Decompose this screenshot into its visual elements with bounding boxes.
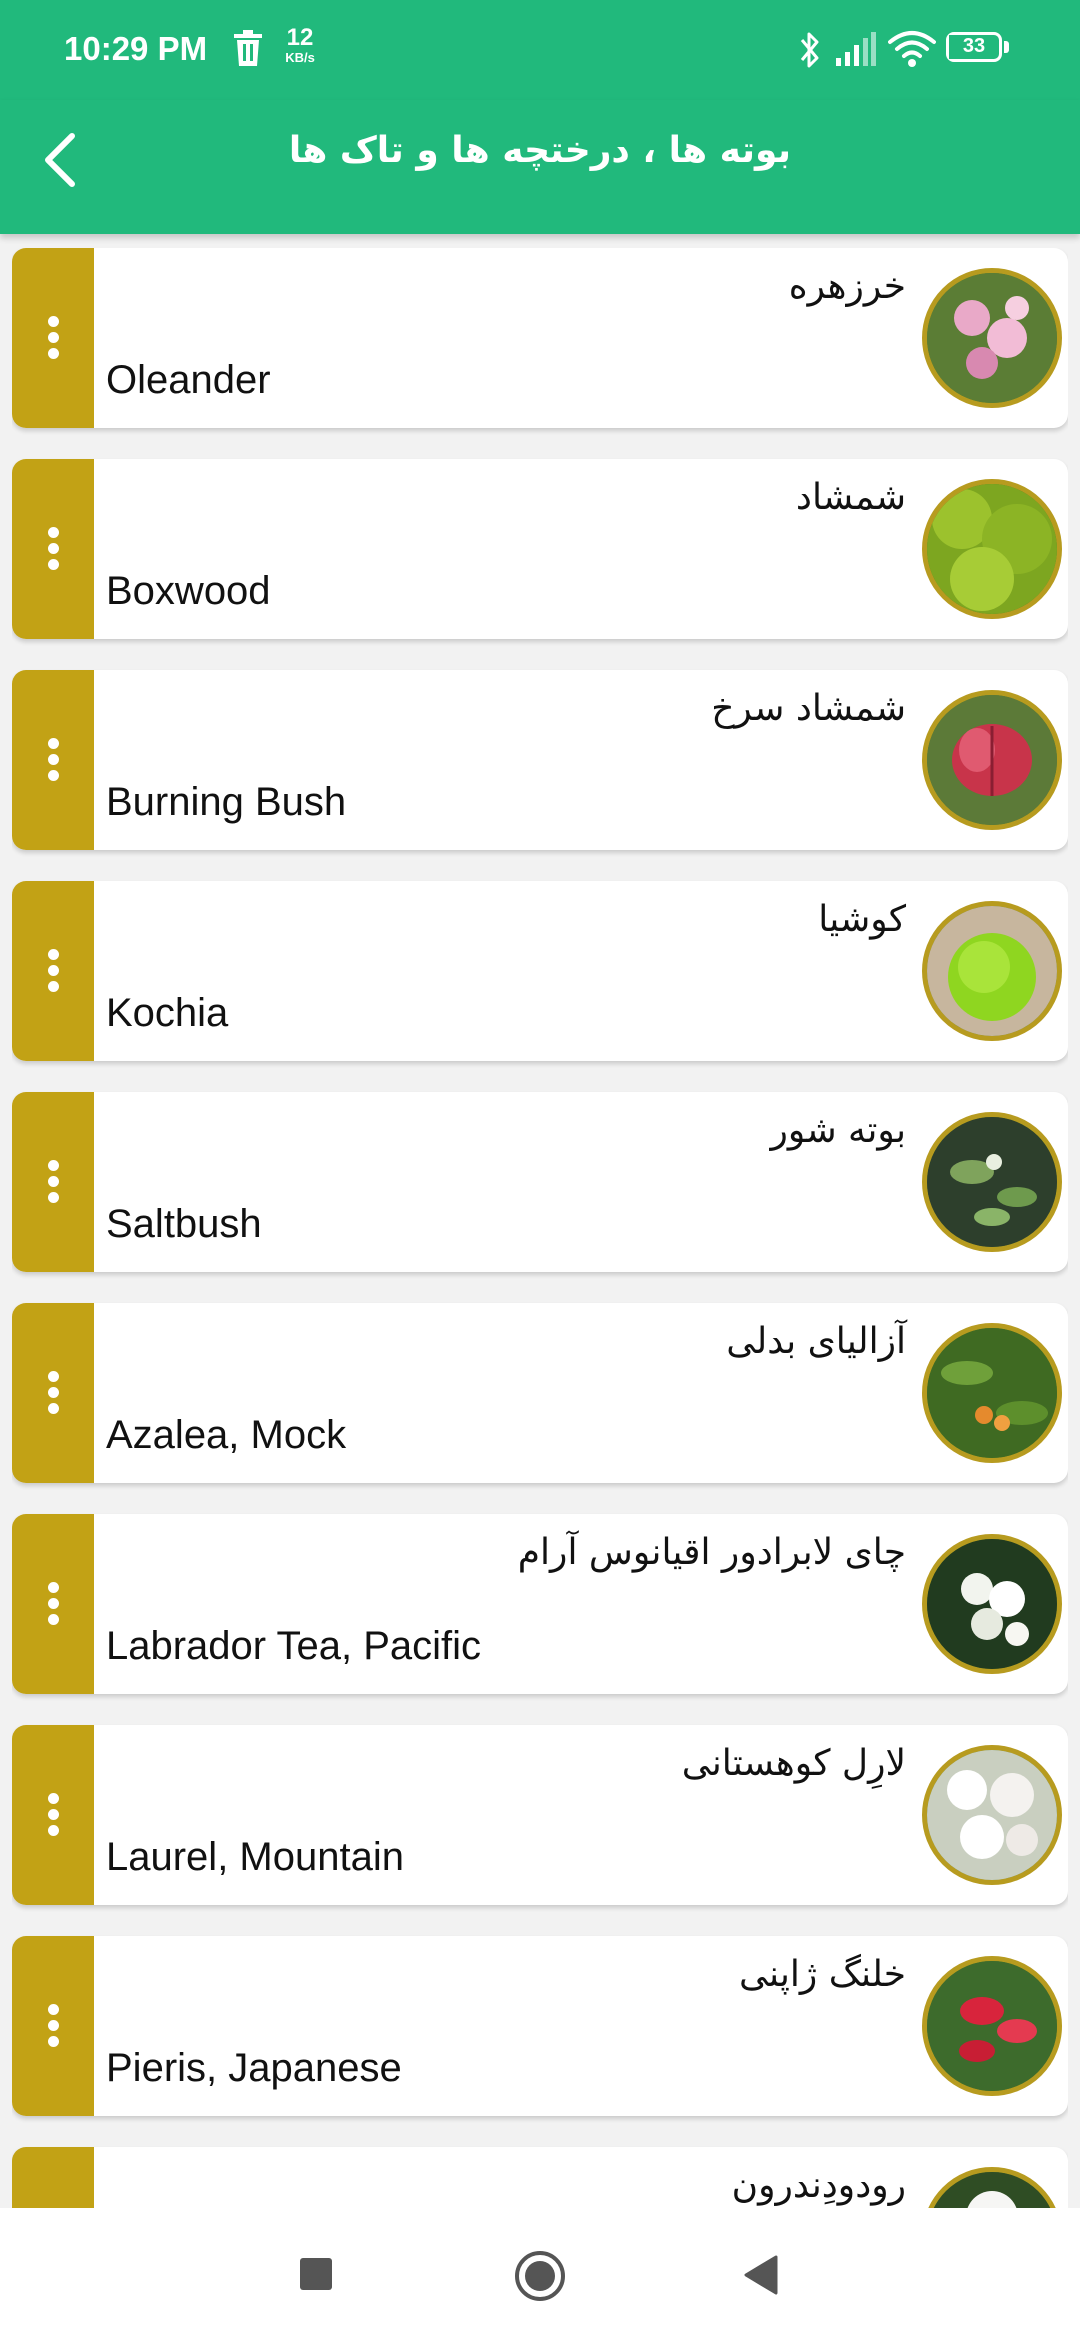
list-item[interactable]: بوته شور Saltbush (12, 1092, 1068, 1272)
english-name: Labrador Tea, Pacific (106, 1624, 482, 1668)
english-name: Boxwood (106, 569, 271, 613)
recents-square-icon[interactable] (300, 2258, 332, 2290)
persian-name: شمشاد (795, 477, 906, 518)
list-item[interactable]: رودودِندرون (12, 2147, 1068, 2208)
plant-thumbnail (922, 268, 1062, 408)
english-name: Saltbush (106, 1202, 262, 1246)
bluetooth-icon (800, 32, 819, 68)
list-item[interactable]: آزالیای بدلی Azalea, Mock (12, 1303, 1068, 1483)
persian-name: بوته شور (770, 1110, 906, 1151)
more-menu-button[interactable] (12, 459, 94, 639)
network-speed-value: 12 (286, 24, 314, 51)
more-vert-icon (12, 1160, 94, 1208)
more-menu-button[interactable] (12, 881, 94, 1061)
more-vert-icon (12, 1582, 94, 1630)
status-bar: 10:29 PM 12 KB/s 33 (0, 0, 1080, 100)
more-menu-button[interactable] (12, 1936, 94, 2116)
list-item[interactable]: خرزهره Oleander (12, 248, 1068, 428)
persian-name: شمشاد سرخ (711, 688, 906, 729)
trash-icon (234, 30, 262, 66)
english-name: Oleander (106, 358, 271, 402)
plant-thumbnail (922, 1534, 1062, 1674)
plant-thumbnail (922, 1745, 1062, 1885)
english-name: Azalea, Mock (106, 1413, 347, 1457)
persian-name: آزالیای بدلی (726, 1321, 906, 1362)
more-menu-button[interactable] (12, 1303, 94, 1483)
persian-name: رودودِندرون (731, 2165, 906, 2206)
english-name: Kochia (106, 991, 229, 1035)
network-speed: 12 KB/s (278, 24, 322, 65)
plant-thumbnail (922, 901, 1062, 1041)
more-menu-button[interactable] (12, 1514, 94, 1694)
persian-name: خرزهره (788, 266, 906, 307)
english-name: Laurel, Mountain (106, 1835, 404, 1879)
home-circle-icon[interactable] (512, 2248, 568, 2304)
more-menu-button[interactable] (12, 1725, 94, 1905)
plant-thumbnail (922, 690, 1062, 830)
app-bar: بوته ها ، درختچه ها و تاک ها (0, 100, 1080, 234)
persian-name: کوشیا (818, 899, 906, 940)
list-item[interactable]: خلنگ ژاپنی Pieris, Japanese (12, 1936, 1068, 2116)
plant-thumbnail (922, 1956, 1062, 2096)
persian-name: لارِل کوهستانی (681, 1743, 906, 1784)
more-vert-icon (12, 1371, 94, 1419)
more-vert-icon (12, 949, 94, 997)
plant-thumbnail (922, 479, 1062, 619)
persian-name: چای لابرادور اقیانوس آرام (517, 1532, 906, 1573)
network-speed-unit: KB/s (285, 50, 315, 65)
more-vert-icon (12, 316, 94, 364)
more-vert-icon (12, 738, 94, 786)
plant-thumbnail (922, 2167, 1062, 2208)
system-nav-bar (0, 2208, 1080, 2340)
list-item[interactable]: چای لابرادور اقیانوس آرام Labrador Tea, P… (12, 1514, 1068, 1694)
list-item[interactable]: کوشیا Kochia (12, 881, 1068, 1061)
more-menu-button[interactable] (12, 248, 94, 428)
chevron-left-icon[interactable] (36, 128, 88, 192)
list-item[interactable]: شمشاد Boxwood (12, 459, 1068, 639)
more-vert-icon (12, 527, 94, 575)
more-menu-button[interactable] (12, 670, 94, 850)
more-vert-icon (12, 2004, 94, 2052)
persian-name: خلنگ ژاپنی (739, 1954, 906, 1995)
more-menu-button[interactable] (12, 1092, 94, 1272)
list-item[interactable]: لارِل کوهستانی Laurel, Mountain (12, 1725, 1068, 1905)
battery-level: 33 (962, 35, 986, 57)
wifi-icon (888, 31, 936, 67)
english-name: Pieris, Japanese (106, 2046, 402, 2090)
back-triangle-icon[interactable] (742, 2254, 780, 2296)
more-vert-icon (12, 1793, 94, 1841)
more-menu-button[interactable] (12, 2147, 94, 2208)
battery-indicator: 33 (946, 32, 1010, 66)
plant-list[interactable]: خرزهره Oleander شمشاد Boxwood شمشاد سرخ Burni… (12, 248, 1068, 2208)
plant-thumbnail (922, 1112, 1062, 1252)
list-item[interactable]: شمشاد سرخ Burning Bush (12, 670, 1068, 850)
page-title: بوته ها ، درختچه ها و تاک ها (288, 130, 792, 171)
english-name: Burning Bush (106, 780, 347, 824)
signal-icon (836, 32, 876, 66)
status-time: 10:29 PM (64, 30, 208, 67)
plant-thumbnail (922, 1323, 1062, 1463)
